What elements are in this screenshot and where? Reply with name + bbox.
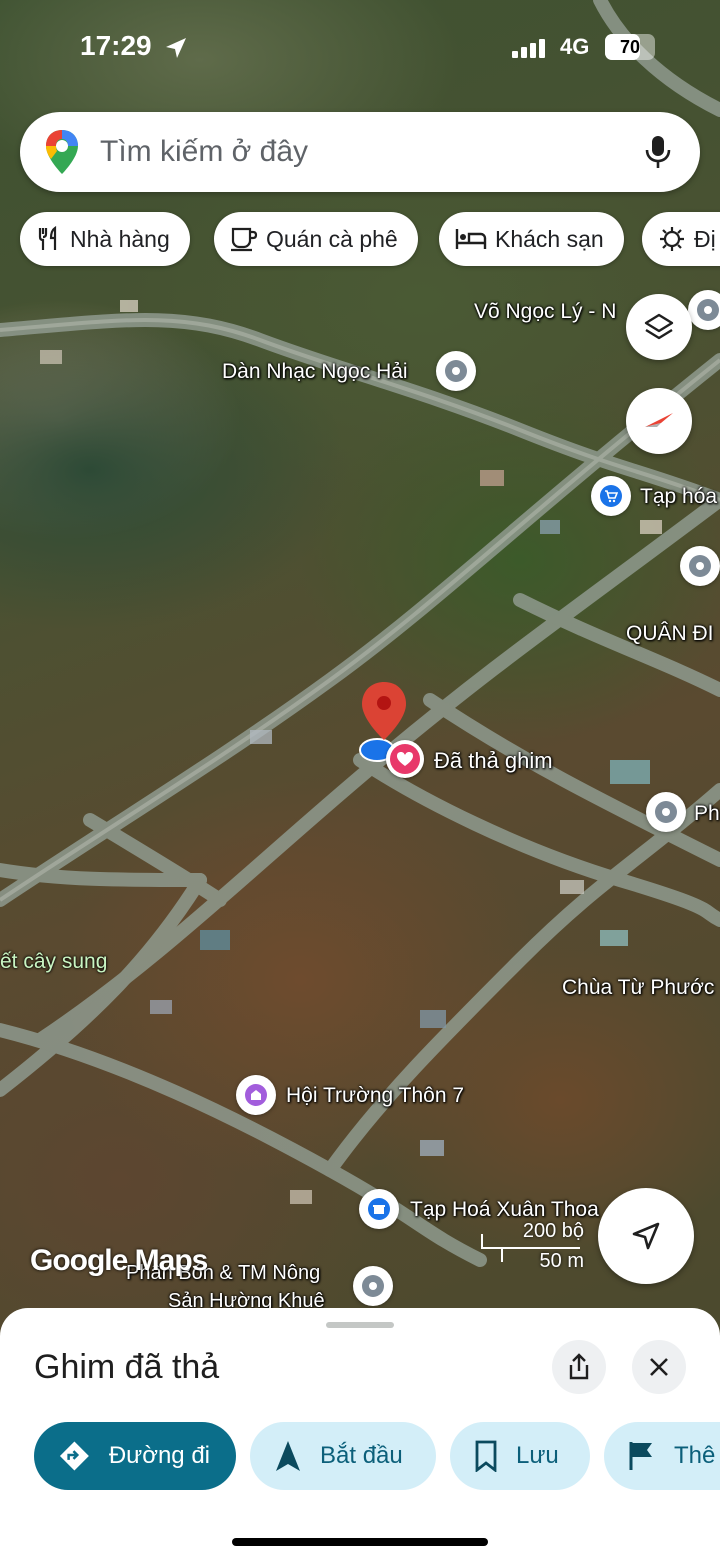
chip-attractions[interactable]: Đị bbox=[642, 212, 720, 266]
navigation-start-icon bbox=[276, 1441, 300, 1471]
map-roads bbox=[0, 0, 720, 1267]
close-button[interactable] bbox=[632, 1340, 686, 1394]
chip-hotels[interactable]: Khách sạn bbox=[439, 212, 624, 266]
home-indicator[interactable] bbox=[232, 1538, 488, 1546]
start-button[interactable]: Bắt đầu bbox=[250, 1422, 436, 1490]
poi-label-chua[interactable]: Chùa Từ Phước bbox=[562, 976, 714, 1000]
dropped-pin-label: Đã thả ghim bbox=[434, 748, 553, 773]
status-bar: 17:29 4G 70 bbox=[0, 0, 720, 100]
poi-label-tap-hoa[interactable]: Tạp hóa bbox=[640, 485, 717, 509]
poi-pin-hoi-truong[interactable] bbox=[236, 1075, 276, 1115]
scale-bar-lines bbox=[481, 1234, 580, 1262]
shopping-cart-icon bbox=[605, 490, 618, 503]
google-maps-watermark: Google Maps bbox=[30, 1244, 208, 1277]
more-button[interactable]: Thê bbox=[604, 1422, 720, 1490]
chip-label: Khách sạn bbox=[495, 225, 604, 252]
share-icon bbox=[569, 1353, 589, 1380]
store-icon bbox=[373, 1205, 385, 1214]
action-label: Thê bbox=[674, 1442, 716, 1469]
microphone-icon[interactable] bbox=[644, 135, 672, 169]
search-bar[interactable]: Tìm kiếm ở đây bbox=[20, 112, 700, 192]
my-location-button[interactable] bbox=[598, 1188, 694, 1284]
poi-pin-phan-bon[interactable] bbox=[353, 1266, 393, 1306]
status-time: 17:29 bbox=[80, 30, 152, 61]
close-icon bbox=[650, 1358, 668, 1376]
town-hall-icon bbox=[251, 1090, 261, 1100]
compass-icon bbox=[645, 413, 673, 427]
share-button[interactable] bbox=[552, 1340, 606, 1394]
chip-label: Đị bbox=[694, 225, 716, 252]
directions-icon bbox=[59, 1441, 89, 1471]
poi-pin-ph[interactable] bbox=[646, 792, 686, 832]
google-maps-logo-icon bbox=[46, 130, 78, 174]
layers-button[interactable] bbox=[626, 294, 692, 360]
heart-icon bbox=[397, 752, 413, 766]
chip-label: Quán cà phê bbox=[266, 225, 398, 252]
restaurant-icon bbox=[38, 226, 57, 250]
compass-button[interactable] bbox=[626, 388, 692, 454]
poi-label-vo-ngoc-ly[interactable]: Võ Ngọc Lý - N bbox=[474, 300, 616, 324]
directions-button[interactable]: Đường đi bbox=[34, 1422, 236, 1490]
bookmark-icon bbox=[475, 1440, 497, 1472]
map-scale: 200 bộ 50 m bbox=[480, 1220, 590, 1272]
battery-percent: 70 bbox=[619, 37, 641, 57]
poi-label-dan-nhac[interactable]: Dàn Nhạc Ngọc Hải bbox=[222, 360, 408, 384]
layers-icon bbox=[644, 313, 674, 340]
poi-label-tap-hoa-xuan[interactable]: Tạp Hoá Xuân Thoa bbox=[410, 1198, 599, 1222]
navigation-arrow-icon bbox=[632, 1222, 660, 1250]
cellular-signal-icon bbox=[512, 39, 545, 58]
poi-pin-tap-hoa-xuan[interactable] bbox=[359, 1189, 399, 1229]
chip-coffee[interactable]: Quán cà phê bbox=[214, 212, 418, 266]
save-button[interactable]: Lưu bbox=[450, 1422, 590, 1490]
hotel-icon bbox=[455, 229, 487, 249]
saved-heart-badge bbox=[386, 740, 424, 778]
satellite-map[interactable]: Võ Ngọc Lý - N Dàn Nhạc Ngọc Hải Tạp hóa… bbox=[0, 0, 720, 1340]
chip-label: Nhà hàng bbox=[70, 225, 170, 252]
coffee-icon bbox=[231, 227, 258, 252]
poi-pin-grocery[interactable] bbox=[591, 476, 631, 516]
network-type: 4G bbox=[560, 34, 590, 59]
poi-pin-dan-nhac[interactable] bbox=[436, 351, 476, 391]
road-label-cay-sung: ết cây sung bbox=[0, 950, 108, 973]
battery-icon: 70 bbox=[605, 34, 655, 60]
flag-icon bbox=[629, 1442, 652, 1470]
search-input[interactable]: Tìm kiếm ở đây bbox=[100, 135, 644, 169]
chip-restaurants[interactable]: Nhà hàng bbox=[20, 212, 190, 266]
poi-label-quan-doi[interactable]: QUÂN ĐI bbox=[626, 622, 714, 646]
poi-label-hoi-truong[interactable]: Hội Trường Thôn 7 bbox=[286, 1084, 464, 1108]
location-arrow-icon bbox=[166, 38, 186, 58]
action-label: Lưu bbox=[516, 1442, 559, 1469]
poi-pin-vo-ngoc-ly[interactable] bbox=[688, 290, 720, 330]
poi-label-ph[interactable]: Ph bbox=[694, 802, 720, 826]
attraction-icon bbox=[660, 227, 684, 251]
action-label: Đường đi bbox=[108, 1442, 210, 1469]
sheet-title: Ghim đã thả bbox=[34, 1348, 220, 1386]
poi-pin-east[interactable] bbox=[680, 546, 720, 586]
action-label: Bắt đầu bbox=[320, 1442, 403, 1469]
sheet-drag-handle[interactable] bbox=[326, 1322, 394, 1328]
place-bottom-sheet[interactable]: Ghim đã thả Đường đi Bắt đầu Lưu Thê bbox=[0, 1308, 720, 1560]
